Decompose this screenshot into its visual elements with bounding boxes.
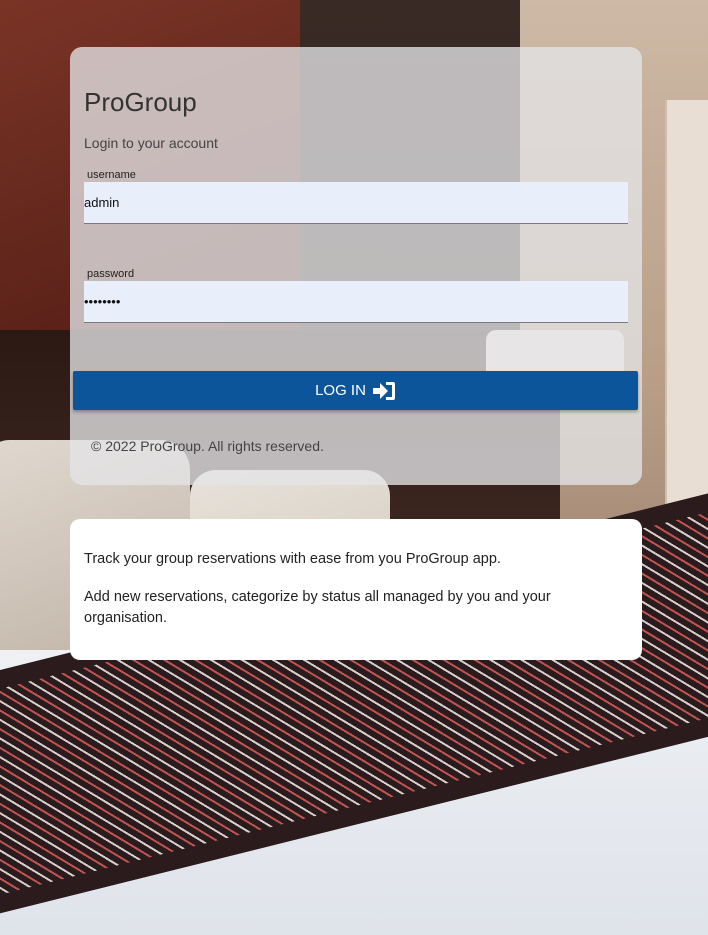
password-label: password <box>87 268 135 280</box>
username-input[interactable] <box>84 182 628 224</box>
sign-in-icon <box>372 381 396 401</box>
copyright-text: © 2022 ProGroup. All rights reserved. <box>91 438 324 454</box>
login-button-label: LOG IN <box>315 382 366 399</box>
info-text-tracking: Track your group reservations with ease … <box>84 551 501 567</box>
username-label: username <box>87 169 136 181</box>
info-card: Track your group reservations with ease … <box>70 519 642 660</box>
password-input[interactable] <box>84 281 628 323</box>
info-text-features: Add new reservations, categorize by stat… <box>84 589 551 626</box>
login-card: ProGroup Login to your account username … <box>70 47 642 485</box>
login-button[interactable]: LOG IN <box>73 371 638 410</box>
login-subtitle: Login to your account <box>84 135 218 151</box>
app-title: ProGroup <box>84 87 197 117</box>
